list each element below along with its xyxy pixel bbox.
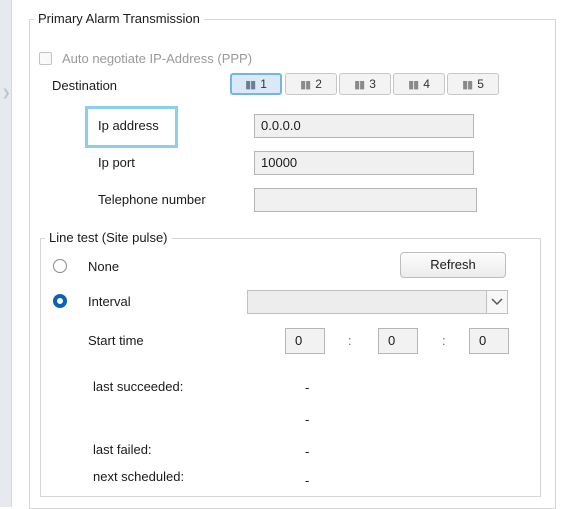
time-separator: : bbox=[348, 333, 352, 348]
last-failed-value: - bbox=[305, 444, 310, 459]
start-time-second-input[interactable]: 0 bbox=[469, 328, 509, 354]
next-scheduled-label: next scheduled: bbox=[93, 469, 185, 484]
status-extra-value: - bbox=[305, 412, 310, 427]
signal-bars-icon: ▮▮ bbox=[462, 78, 473, 91]
telephone-number-input[interactable] bbox=[254, 188, 477, 212]
destination-tab-1[interactable]: ▮▮ 1 bbox=[230, 73, 282, 95]
primary-alarm-transmission-title: Primary Alarm Transmission bbox=[34, 11, 204, 27]
interval-radio-label: Interval bbox=[88, 294, 131, 309]
signal-bars-icon: ▮▮ bbox=[408, 78, 419, 91]
ip-port-label: Ip port bbox=[98, 155, 135, 170]
destination-tab-label: 4 bbox=[423, 77, 430, 91]
start-time-hour-input[interactable]: 0 bbox=[285, 328, 325, 354]
start-time-label: Start time bbox=[88, 333, 144, 348]
destination-tab-label: 5 bbox=[477, 77, 484, 91]
chevron-down-icon[interactable] bbox=[486, 291, 507, 313]
destination-tab-label: 1 bbox=[260, 77, 267, 91]
ip-address-input[interactable]: 0.0.0.0 bbox=[254, 114, 474, 138]
line-test-title: Line test (Site pulse) bbox=[45, 230, 172, 246]
panel-resize-icon: ❯ bbox=[2, 88, 11, 99]
signal-bars-icon: ▮▮ bbox=[354, 78, 365, 91]
auto-negotiate-checkbox[interactable] bbox=[39, 52, 52, 65]
time-separator: : bbox=[442, 333, 446, 348]
interval-select[interactable] bbox=[247, 290, 508, 314]
destination-tab-5[interactable]: ▮▮ 5 bbox=[447, 73, 499, 95]
none-radio[interactable] bbox=[53, 259, 67, 273]
destination-tab-4[interactable]: ▮▮ 4 bbox=[393, 73, 445, 95]
ip-port-input[interactable]: 10000 bbox=[254, 151, 474, 175]
ip-address-label: Ip address bbox=[98, 118, 159, 133]
destination-label: Destination bbox=[52, 78, 118, 93]
none-radio-label: None bbox=[88, 259, 120, 274]
last-succeeded-label: last succeeded: bbox=[93, 379, 184, 394]
refresh-button[interactable]: Refresh bbox=[400, 252, 506, 278]
start-time-minute-input[interactable]: 0 bbox=[378, 328, 418, 354]
destination-tab-label: 2 bbox=[315, 77, 322, 91]
last-failed-label: last failed: bbox=[93, 442, 152, 457]
auto-negotiate-label: Auto negotiate IP-Address (PPP) bbox=[62, 51, 253, 66]
destination-tab-2[interactable]: ▮▮ 2 bbox=[285, 73, 337, 95]
interval-radio[interactable] bbox=[53, 294, 67, 308]
next-scheduled-value: - bbox=[305, 473, 310, 488]
last-succeeded-value: - bbox=[305, 380, 310, 395]
signal-bars-icon: ▮▮ bbox=[245, 78, 256, 91]
destination-tab-3[interactable]: ▮▮ 3 bbox=[339, 73, 391, 95]
signal-bars-icon: ▮▮ bbox=[300, 78, 311, 91]
telephone-number-label: Telephone number bbox=[98, 192, 206, 207]
left-panel-edge: ❯ bbox=[0, 0, 12, 507]
destination-tab-label: 3 bbox=[369, 77, 376, 91]
